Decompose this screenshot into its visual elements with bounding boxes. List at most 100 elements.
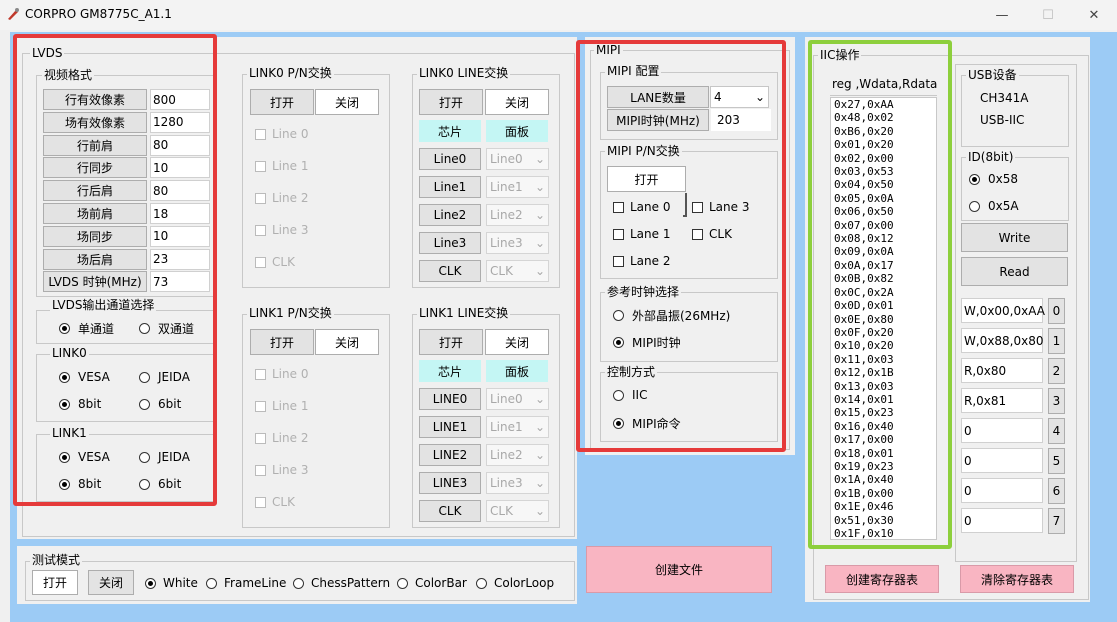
iic-command-input-6[interactable]: 0 (961, 478, 1043, 503)
link0_pn-line-checkbox-0[interactable]: Line 0 (255, 127, 308, 141)
iic-send-button-0[interactable]: 0 (1048, 298, 1065, 324)
iic-send-button-6[interactable]: 6 (1048, 478, 1065, 504)
test-option-radio-3[interactable]: ColorBar (397, 576, 467, 590)
create-register-table-button[interactable]: 创建寄存器表 (825, 565, 939, 593)
id-58-text: 0x58 (988, 172, 1019, 186)
link0-line-label: LINK0 LINE交换 (417, 66, 511, 80)
iic-command-input-3[interactable]: R,0x81 (961, 388, 1043, 413)
chevron-down-icon: ⌄ (534, 180, 545, 194)
iic-send-button-4[interactable]: 4 (1048, 418, 1065, 444)
link1_line-line-select-0[interactable]: Line0 ⌄ (486, 388, 549, 410)
radio-off-icon (293, 577, 304, 589)
link1_pn-line-checkbox-1[interactable]: Line 1 (255, 399, 308, 413)
maximize-button[interactable]: ☐ (1025, 0, 1071, 30)
chevron-down-icon: ⌄ (534, 392, 545, 406)
read-button[interactable]: Read (961, 257, 1068, 286)
link1_line-line-select-value-3: Line3 (490, 476, 523, 490)
link1-line-label: LINK1 LINE交换 (417, 306, 511, 320)
chevron-down-icon: ⌄ (534, 420, 545, 434)
usb-device-group (961, 75, 1069, 147)
link1-line-open-button[interactable]: 打开 (419, 329, 483, 355)
link0_line-line-select-2[interactable]: Line2 ⌄ (486, 204, 549, 226)
chevron-down-icon: ⌄ (534, 476, 545, 490)
link1-pn-open-button[interactable]: 打开 (250, 329, 314, 355)
link0_line-line-select-0[interactable]: Line0 ⌄ (486, 148, 549, 170)
link1_line-line-select-2[interactable]: Line2 ⌄ (486, 444, 549, 466)
radio-on-icon (969, 173, 980, 185)
chevron-down-icon: ⌄ (534, 152, 545, 166)
chevron-down-icon: ⌄ (534, 208, 545, 222)
link0_pn-line-checkbox-4[interactable]: CLK (255, 255, 295, 269)
minimize-icon: — (995, 7, 1009, 23)
link0_line-line-button-1[interactable]: Line1 (419, 176, 481, 198)
link1_line-line-select-value-0: Line0 (490, 392, 523, 406)
iic-send-button-5[interactable]: 5 (1048, 448, 1065, 474)
link1_pn-line-text-0: Line 0 (272, 367, 309, 381)
test-mode-open-button[interactable]: 打开 (32, 570, 78, 595)
test-option-text-2: ChessPattern (311, 576, 391, 590)
id-5a-radio[interactable]: 0x5A (969, 199, 1019, 213)
iic-command-input-4[interactable]: 0 (961, 418, 1043, 443)
iic-command-input-5[interactable]: 0 (961, 448, 1043, 473)
test-option-radio-2[interactable]: ChessPattern (293, 576, 390, 590)
chevron-down-icon: ⌄ (534, 236, 545, 250)
test-option-radio-1[interactable]: FrameLine (206, 576, 286, 590)
link0-line-close-button[interactable]: 关闭 (485, 89, 549, 115)
link1_line-line-select-4[interactable]: CLK ⌄ (486, 500, 549, 522)
link0_pn-line-checkbox-1[interactable]: Line 1 (255, 159, 308, 173)
checkbox-icon (255, 256, 266, 268)
iic-command-input-1[interactable]: W,0x88,0x80 (961, 328, 1044, 353)
link1_pn-line-checkbox-3[interactable]: Line 3 (255, 463, 308, 477)
link0_pn-line-checkbox-2[interactable]: Line 2 (255, 191, 308, 205)
link0_line-line-select-value-4: CLK (490, 264, 513, 278)
test-option-radio-4[interactable]: ColorLoop (476, 576, 554, 590)
radio-off-icon (476, 577, 487, 589)
link0_line-line-select-1[interactable]: Line1 ⌄ (486, 176, 549, 198)
link1_pn-line-text-3: Line 3 (272, 463, 309, 477)
iic-command-input-2[interactable]: R,0x80 (961, 358, 1043, 383)
lvds-highlight-frame (13, 34, 217, 506)
link0_line-line-button-4[interactable]: CLK (419, 260, 481, 282)
iic-send-button-2[interactable]: 2 (1048, 358, 1065, 384)
link0_line-line-button-3[interactable]: Line3 (419, 232, 481, 254)
id-5a-text: 0x5A (988, 199, 1019, 213)
iic-send-button-3[interactable]: 3 (1048, 388, 1065, 414)
test-option-radio-0[interactable]: White (145, 576, 198, 590)
id-58-radio[interactable]: 0x58 (969, 172, 1018, 186)
link1_line-line-select-3[interactable]: Line3 ⌄ (486, 472, 549, 494)
create-file-button[interactable]: 创建文件 (586, 546, 772, 593)
iic-send-button-7[interactable]: 7 (1048, 508, 1065, 534)
write-button[interactable]: Write (961, 223, 1068, 252)
link1_line-line-select-1[interactable]: Line1 ⌄ (486, 416, 549, 438)
link1_line-line-select-value-2: Line2 (490, 448, 523, 462)
link0_line-line-select-4[interactable]: CLK ⌄ (486, 260, 549, 282)
link0_pn-line-checkbox-3[interactable]: Line 3 (255, 223, 308, 237)
test-mode-close-button[interactable]: 关闭 (88, 570, 134, 595)
link1-panel-label: 面板 (486, 360, 548, 382)
link0_line-line-select-3[interactable]: Line3 ⌄ (486, 232, 549, 254)
link1_line-line-button-4[interactable]: CLK (419, 500, 481, 522)
link1_line-line-button-0[interactable]: LINE0 (419, 388, 481, 410)
link0-pn-close-button[interactable]: 关闭 (315, 89, 379, 115)
link1_pn-line-checkbox-2[interactable]: Line 2 (255, 431, 308, 445)
iic-command-input-0[interactable]: W,0x00,0xAA (961, 298, 1045, 323)
link0-line-open-button[interactable]: 打开 (419, 89, 483, 115)
link0_line-line-button-0[interactable]: Line0 (419, 148, 481, 170)
link1_line-line-button-2[interactable]: LINE2 (419, 444, 481, 466)
link1_pn-line-checkbox-4[interactable]: CLK (255, 495, 295, 509)
link0-pn-open-button[interactable]: 打开 (250, 89, 314, 115)
link1-pn-close-button[interactable]: 关闭 (315, 329, 379, 355)
link1_line-line-button-1[interactable]: LINE1 (419, 416, 481, 438)
iic-send-button-1[interactable]: 1 (1048, 328, 1065, 354)
link0_pn-line-text-1: Line 1 (272, 159, 309, 173)
iic-command-input-7[interactable]: 0 (961, 508, 1043, 533)
checkbox-icon (255, 432, 266, 444)
clear-register-table-button[interactable]: 清除寄存器表 (960, 565, 1074, 593)
close-button[interactable]: ✕ (1071, 0, 1117, 30)
minimize-button[interactable]: — (979, 0, 1025, 30)
link1_line-line-button-3[interactable]: LINE3 (419, 472, 481, 494)
checkbox-icon (255, 224, 266, 236)
link1_pn-line-checkbox-0[interactable]: Line 0 (255, 367, 308, 381)
link0_line-line-button-2[interactable]: Line2 (419, 204, 481, 226)
link1-line-close-button[interactable]: 关闭 (485, 329, 549, 355)
